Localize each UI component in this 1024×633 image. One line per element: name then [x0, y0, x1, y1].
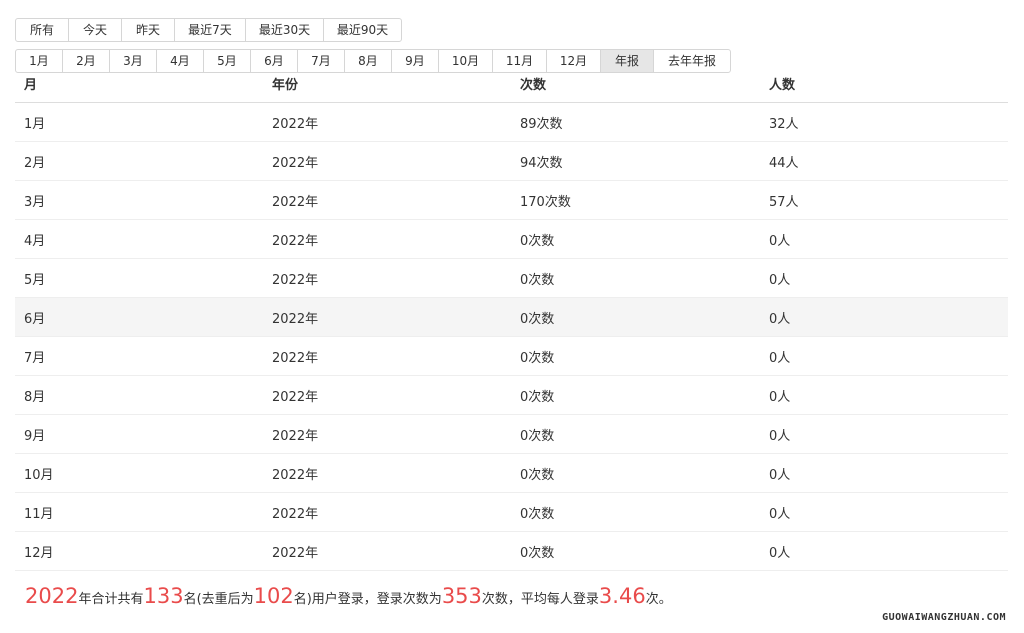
cell-month: 12月 — [24, 545, 54, 561]
cell-count: 89次数 — [520, 116, 563, 132]
cell-count: 0次数 — [520, 389, 555, 405]
cell-people: 0人 — [769, 545, 791, 561]
table-row: 10月 2022年 0次数 0人 — [15, 454, 1008, 493]
table-row: 11月 2022年 0次数 0人 — [15, 493, 1008, 532]
range-button-all[interactable]: 所有 — [15, 18, 69, 42]
table-row: 12月 2022年 0次数 0人 — [15, 532, 1008, 571]
summary-average: 3.46 — [598, 584, 646, 608]
cell-count: 170次数 — [520, 194, 571, 210]
cell-people: 0人 — [769, 233, 791, 249]
cell-month: 11月 — [24, 506, 54, 522]
cell-people: 0人 — [769, 350, 791, 366]
range-button-last-90-days[interactable]: 最近90天 — [323, 18, 402, 42]
cell-year: 2022年 — [272, 467, 319, 483]
cell-month: 6月 — [24, 311, 46, 327]
range-button-yesterday[interactable]: 昨天 — [121, 18, 175, 42]
cell-count: 0次数 — [520, 311, 555, 327]
cell-count: 0次数 — [520, 428, 555, 444]
cell-month: 2月 — [24, 155, 46, 171]
cell-people: 44人 — [769, 155, 799, 171]
cell-count: 94次数 — [520, 155, 563, 171]
cell-year: 2022年 — [272, 428, 319, 444]
summary-text-1: 年合计共有 — [78, 592, 144, 607]
cell-year: 2022年 — [272, 389, 319, 405]
table-row: 7月 2022年 0次数 0人 — [15, 337, 1008, 376]
cell-year: 2022年 — [272, 350, 319, 366]
cell-people: 0人 — [769, 467, 791, 483]
summary-logins: 353 — [441, 584, 482, 608]
summary-unique-users: 102 — [253, 584, 294, 608]
cell-month: 4月 — [24, 233, 46, 249]
summary-text-5: 次。 — [645, 592, 672, 607]
date-range-button-group: 所有 今天 昨天 最近7天 最近30天 最近90天 — [15, 18, 402, 42]
header-month: 月 — [24, 77, 38, 93]
header-people: 人数 — [769, 77, 796, 93]
cell-month: 8月 — [24, 389, 46, 405]
cell-month: 10月 — [24, 467, 54, 483]
cell-people: 0人 — [769, 389, 791, 405]
cell-count: 0次数 — [520, 467, 555, 483]
table-row-hovered: 6月 2022年 0次数 0人 — [15, 298, 1008, 337]
table-row: 1月 2022年 89次数 32人 — [15, 103, 1008, 142]
range-button-last-30-days[interactable]: 最近30天 — [245, 18, 324, 42]
cell-count: 0次数 — [520, 350, 555, 366]
summary-text-4: 次数，平均每人登录 — [481, 592, 599, 607]
table-row: 9月 2022年 0次数 0人 — [15, 415, 1008, 454]
range-button-today[interactable]: 今天 — [68, 18, 122, 42]
cell-year: 2022年 — [272, 116, 319, 132]
watermark: GUOWAIWANGZHUAN.COM — [882, 612, 1006, 623]
header-year: 年份 — [272, 77, 299, 93]
cell-people: 0人 — [769, 272, 791, 288]
cell-year: 2022年 — [272, 506, 319, 522]
cell-month: 3月 — [24, 194, 46, 210]
cell-count: 0次数 — [520, 506, 555, 522]
summary-text-3: 名)用户登录，登录次数为 — [293, 592, 442, 607]
cell-count: 0次数 — [520, 272, 555, 288]
cell-people: 0人 — [769, 428, 791, 444]
cell-people: 57人 — [769, 194, 799, 210]
stats-table: 月 年份 次数 人数 1月 2022年 89次数 32人 2月 2022年 94… — [15, 64, 1008, 571]
cell-year: 2022年 — [272, 272, 319, 288]
cell-month: 5月 — [24, 272, 46, 288]
cell-count: 0次数 — [520, 233, 555, 249]
cell-people: 0人 — [769, 311, 791, 327]
summary-users: 133 — [143, 584, 184, 608]
table-header: 月 年份 次数 人数 — [15, 64, 1008, 103]
table-row: 8月 2022年 0次数 0人 — [15, 376, 1008, 415]
table-row: 2月 2022年 94次数 44人 — [15, 142, 1008, 181]
cell-year: 2022年 — [272, 233, 319, 249]
cell-month: 7月 — [24, 350, 46, 366]
table-row: 3月 2022年 170次数 57人 — [15, 181, 1008, 220]
cell-year: 2022年 — [272, 545, 319, 561]
summary-year: 2022 — [25, 584, 79, 608]
cell-month: 9月 — [24, 428, 46, 444]
cell-month: 1月 — [24, 116, 46, 132]
cell-people: 0人 — [769, 506, 791, 522]
table-row: 5月 2022年 0次数 0人 — [15, 259, 1008, 298]
range-button-last-7-days[interactable]: 最近7天 — [174, 18, 246, 42]
cell-count: 0次数 — [520, 545, 555, 561]
cell-year: 2022年 — [272, 194, 319, 210]
cell-people: 32人 — [769, 116, 799, 132]
annual-summary: 2022年合计共有133名(去重后为102名)用户登录，登录次数为353次数，平… — [25, 584, 672, 608]
header-count: 次数 — [520, 77, 547, 93]
summary-text-2: 名(去重后为 — [183, 592, 254, 607]
table-row: 4月 2022年 0次数 0人 — [15, 220, 1008, 259]
cell-year: 2022年 — [272, 311, 319, 327]
cell-year: 2022年 — [272, 155, 319, 171]
